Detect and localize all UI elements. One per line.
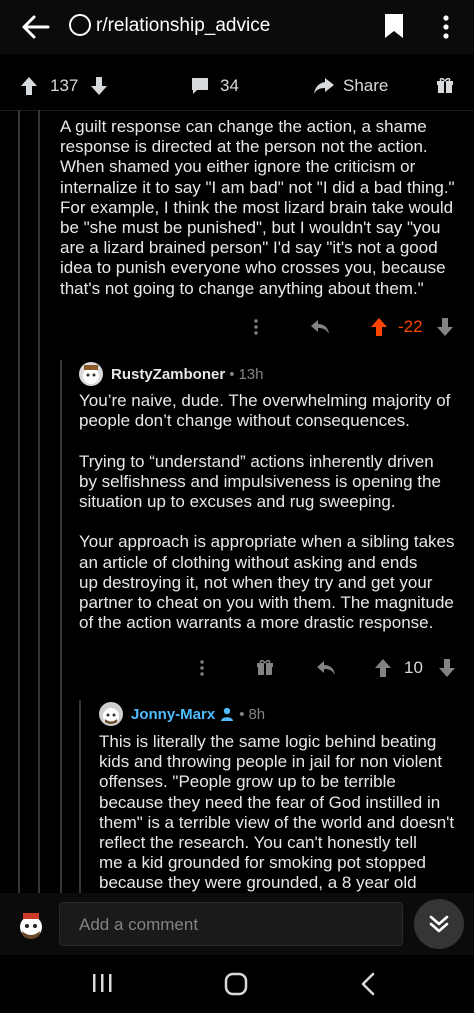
comment-header: RustyZamboner • 13h [79, 361, 263, 387]
comment-input-placeholder: Add a comment [79, 915, 199, 934]
comment-award-button[interactable] [256, 655, 274, 681]
reply-icon [317, 661, 335, 675]
more-vertical-icon[interactable] [436, 12, 456, 42]
upvote-icon [21, 77, 37, 95]
comment-reply-button[interactable] [316, 655, 336, 681]
upvote-icon [375, 659, 391, 677]
post-upvote-button[interactable] [20, 72, 38, 100]
comment-actions: 10 [196, 655, 471, 681]
system-nav-bar [0, 955, 474, 1013]
avatar[interactable] [14, 907, 48, 943]
comment-more-button[interactable] [196, 655, 208, 681]
comment-upvote-button[interactable] [374, 655, 392, 681]
post-downvote-button[interactable] [90, 72, 108, 100]
award-icon [437, 77, 453, 93]
downvote-icon [437, 318, 453, 336]
comment-body: You’re naive, dude. The overwhelming maj… [79, 391, 455, 633]
more-vertical-icon [200, 660, 204, 676]
post-award-button[interactable] [436, 72, 454, 100]
system-back-icon[interactable] [358, 972, 378, 996]
share-label: Share [343, 76, 389, 95]
comment-score: -22 [398, 317, 423, 336]
comment-username[interactable]: Jonny-Marx [131, 706, 215, 723]
recent-apps-icon[interactable] [91, 972, 113, 994]
comment-input[interactable]: Add a comment [59, 902, 403, 946]
post-action-bar: 137 34 Share [0, 62, 474, 111]
comment-downvote-button[interactable] [438, 655, 456, 681]
comment-body: A guilt response can change the action, … [60, 117, 455, 298]
comment-score: 10 [404, 658, 423, 677]
award-icon [257, 659, 273, 675]
post-share-button[interactable]: Share [313, 72, 388, 100]
subreddit-icon[interactable] [69, 14, 91, 36]
downvote-icon [91, 77, 107, 95]
comment-actions: -22 [250, 314, 470, 340]
comment-username[interactable]: RustyZamboner [111, 366, 225, 383]
subreddit-name[interactable]: r/relationship_advice [96, 15, 270, 37]
back-arrow-icon[interactable] [20, 14, 50, 40]
avatar[interactable] [99, 702, 123, 726]
upvote-icon [371, 318, 387, 336]
post-comments-button[interactable]: 34 [190, 72, 239, 100]
thread-line[interactable] [18, 110, 20, 893]
comment-header: Jonny-Marx • 8h [99, 701, 265, 727]
reply-icon [311, 320, 329, 334]
thread-line[interactable] [60, 360, 62, 893]
op-user-icon [221, 707, 234, 721]
comment-body: This is literally the same logic behind … [99, 732, 455, 892]
comment-icon [192, 78, 208, 94]
share-icon [314, 78, 334, 94]
comment-time: 13h [238, 365, 264, 383]
avatar[interactable] [79, 362, 103, 386]
comment-time: 8h [248, 705, 266, 723]
post-score: 137 [50, 76, 79, 95]
thread-line[interactable] [79, 700, 81, 893]
comment-downvote-button[interactable] [436, 314, 454, 340]
bookmark-icon[interactable] [382, 12, 406, 40]
post-comments-count: 34 [220, 76, 239, 95]
comment-more-button[interactable] [250, 314, 262, 340]
collapse-comments-button[interactable] [414, 899, 464, 949]
home-icon[interactable] [224, 972, 248, 996]
comment-reply-button[interactable] [310, 314, 330, 340]
comment-upvote-button[interactable] [370, 314, 388, 340]
collapse-down-icon [429, 915, 449, 933]
downvote-icon [439, 659, 455, 677]
top-bar: r/relationship_advice [0, 0, 474, 54]
thread-line[interactable] [38, 110, 40, 893]
more-vertical-icon [254, 319, 258, 335]
